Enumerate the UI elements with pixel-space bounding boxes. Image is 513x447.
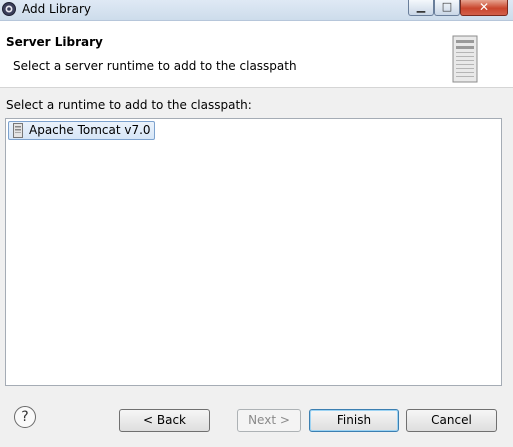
help-icon: ? — [21, 409, 29, 425]
maximize-icon: □ — [441, 0, 453, 13]
window-title: Add Library — [22, 2, 92, 16]
next-button[interactable]: Next > — [237, 409, 301, 432]
banner-title: Server Library — [6, 35, 103, 49]
back-button[interactable]: < Back — [119, 409, 210, 432]
runtime-item-tomcat[interactable]: Apache Tomcat v7.0 — [8, 121, 155, 140]
runtime-item-label: Apache Tomcat v7.0 — [29, 123, 151, 137]
server-graphic-icon — [452, 35, 478, 83]
runtime-list-label: Select a runtime to add to the classpath… — [6, 98, 252, 112]
wizard-banner: Server Library Select a server runtime t… — [0, 21, 513, 88]
server-icon — [13, 123, 23, 138]
close-button[interactable]: ✕ — [460, 0, 508, 16]
runtime-list[interactable]: Apache Tomcat v7.0 — [5, 118, 502, 386]
maximize-button[interactable]: □ — [434, 0, 460, 16]
close-icon: ✕ — [478, 0, 490, 14]
banner-description: Select a server runtime to add to the cl… — [13, 59, 297, 73]
finish-button[interactable]: Finish — [309, 409, 399, 432]
title-bar: Add Library ▁ □ ✕ — [0, 0, 513, 21]
minimize-button[interactable]: ▁ — [408, 0, 434, 16]
cancel-button[interactable]: Cancel — [406, 409, 497, 432]
help-button[interactable]: ? — [14, 406, 36, 428]
eclipse-app-icon — [2, 2, 16, 16]
minimize-icon: ▁ — [416, 0, 426, 13]
